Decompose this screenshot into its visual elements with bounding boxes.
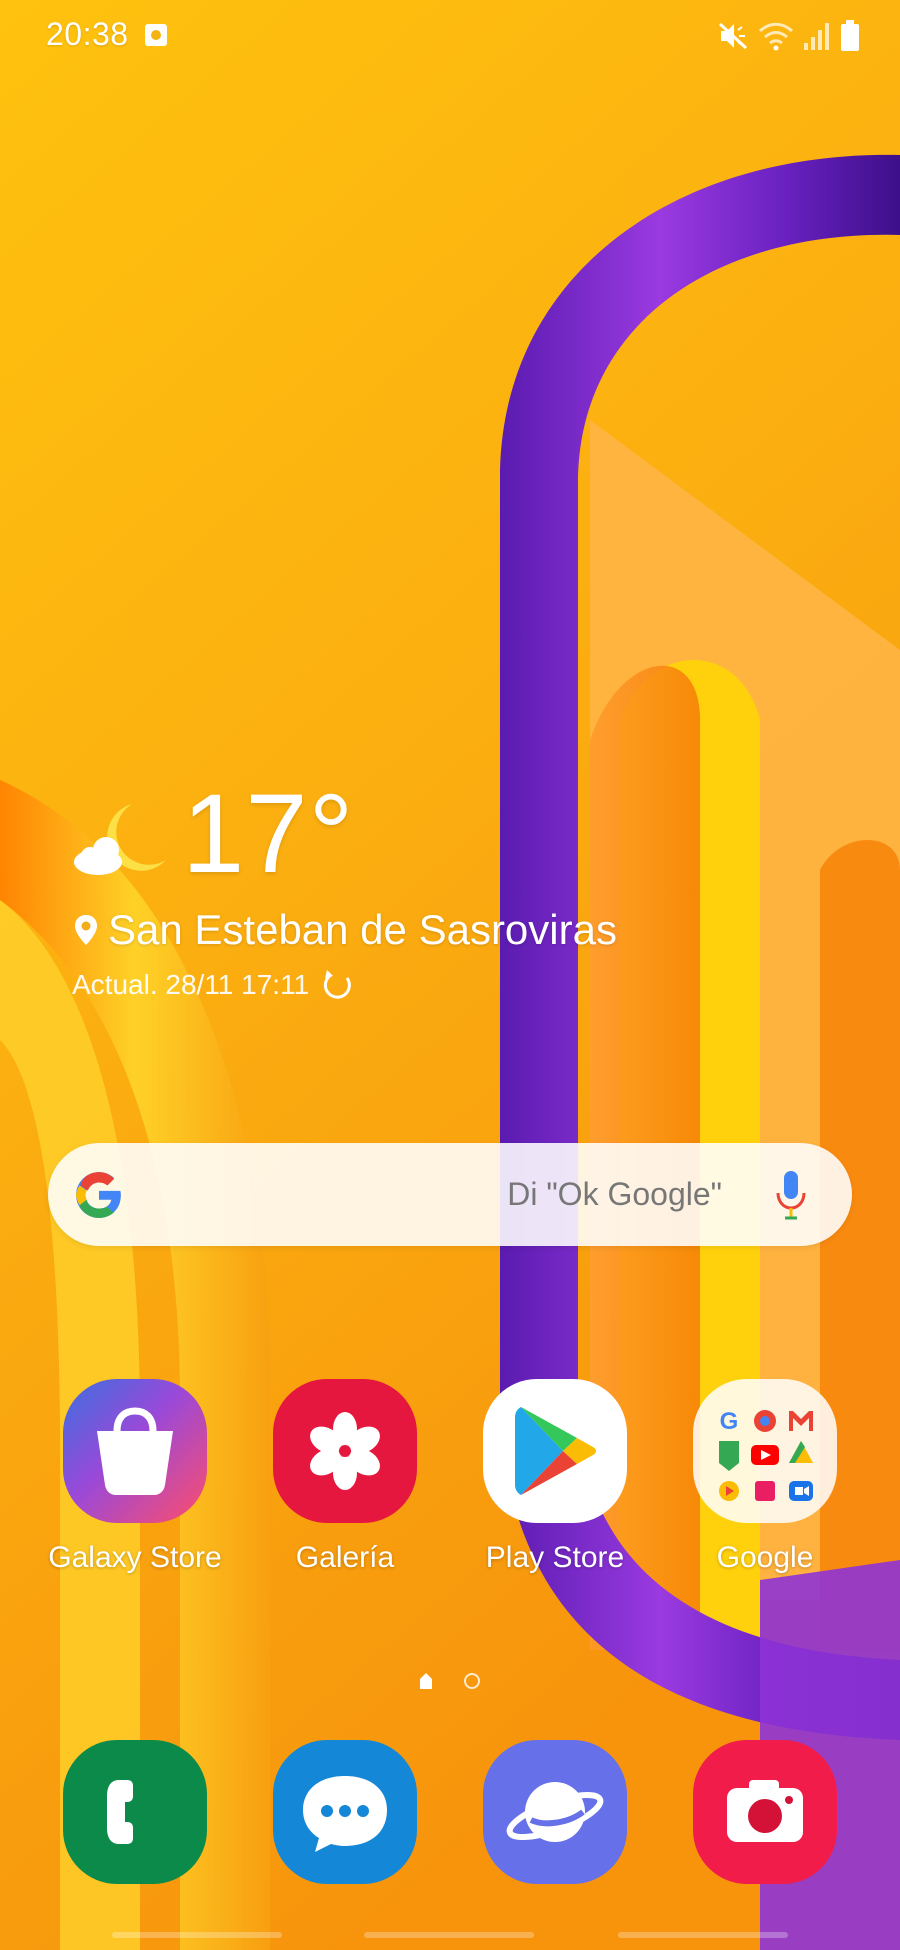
- app-google-folder[interactable]: G Google: [670, 1379, 860, 1575]
- status-bar: 20:38: [0, 0, 900, 72]
- wifi-icon: [758, 22, 794, 51]
- refresh-icon[interactable]: [321, 968, 355, 1002]
- app-label: Galaxy Store: [48, 1541, 222, 1574]
- phone-icon: [107, 1780, 133, 1844]
- google-folder-icon: G: [693, 1379, 837, 1523]
- weather-location-row: San Esteban de Sasroviras: [74, 906, 617, 954]
- app-label: Play Store: [485, 1541, 625, 1574]
- app-label: Galería: [295, 1541, 395, 1574]
- google-g-icon: [76, 1172, 121, 1218]
- nav-hint-home[interactable]: [364, 1932, 534, 1938]
- screenshot-notification-icon: [145, 24, 167, 46]
- app-galeria[interactable]: Galería: [250, 1379, 440, 1575]
- page-dot-icon: [464, 1673, 480, 1689]
- app-play-store[interactable]: Play Store: [460, 1379, 650, 1575]
- internet-browser-icon: [506, 1782, 604, 1842]
- messages-icon: [303, 1776, 387, 1852]
- weather-updated-time: Actual. 28/11 17:11: [72, 969, 310, 1000]
- google-search-bar[interactable]: Di "Ok Google": [48, 1143, 852, 1246]
- camera-icon: [727, 1780, 803, 1842]
- gallery-icon: [273, 1379, 417, 1523]
- partly-cloudy-night-icon: [74, 804, 166, 875]
- search-hint: Di "Ok Google": [507, 1176, 722, 1212]
- mute-icon: [718, 22, 748, 50]
- galaxy-store-icon: [63, 1379, 207, 1523]
- dock-messages[interactable]: [273, 1740, 417, 1884]
- weather-temperature: 17°: [182, 771, 355, 896]
- microphone-icon[interactable]: [774, 1169, 808, 1221]
- page-indicator[interactable]: [418, 1667, 484, 1693]
- status-icons: [718, 18, 860, 54]
- battery-icon: [841, 20, 859, 51]
- svg-text:G: G: [720, 1408, 739, 1435]
- location-pin-icon: [75, 915, 97, 945]
- weather-updated-row: Actual. 28/11 17:11: [72, 968, 355, 1002]
- dock-camera[interactable]: [693, 1740, 837, 1884]
- app-label: Google: [716, 1541, 814, 1574]
- signal-icon: [804, 23, 829, 50]
- status-clock: 20:38: [46, 16, 129, 52]
- weather-location: San Esteban de Sasroviras: [108, 906, 617, 953]
- nav-hint-back[interactable]: [618, 1932, 788, 1938]
- nav-hint-recents[interactable]: [112, 1932, 282, 1938]
- app-galaxy-store[interactable]: Galaxy Store: [40, 1379, 230, 1575]
- dock-phone[interactable]: [63, 1740, 207, 1884]
- play-store-icon: [483, 1379, 627, 1523]
- weather-widget[interactable]: 17° San Esteban de Sasroviras Actual. 28…: [70, 778, 770, 1018]
- home-page-dot-icon: [420, 1673, 432, 1689]
- dock-internet[interactable]: [483, 1740, 627, 1884]
